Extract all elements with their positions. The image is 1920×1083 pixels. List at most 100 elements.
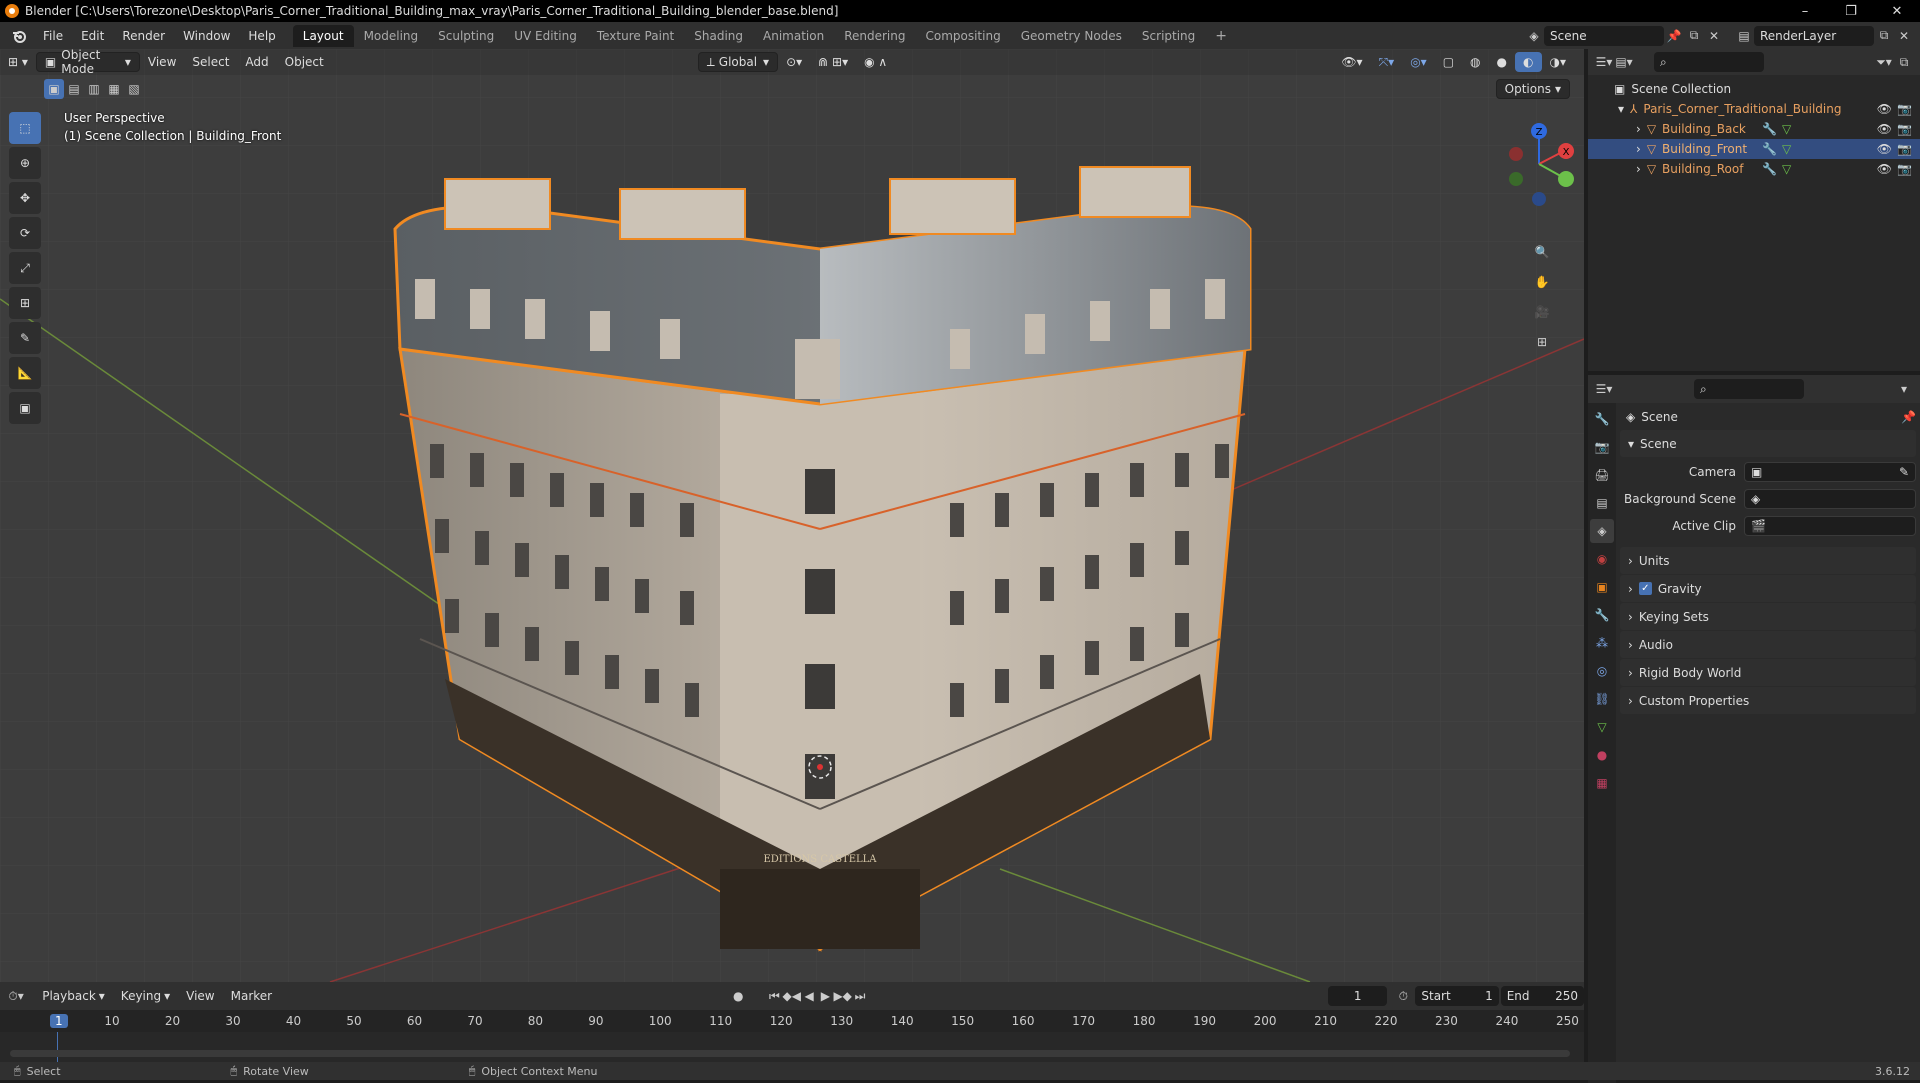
tab-layout[interactable]: Layout (292, 24, 354, 47)
pivot-point-icon[interactable]: ⊙▾ (778, 52, 810, 72)
select-invert-icon[interactable]: ▦ (104, 79, 124, 99)
background-scene-field[interactable]: ◈ (1744, 488, 1916, 509)
timeline-menu-view[interactable]: View (178, 986, 222, 1006)
timeline-editor-type-icon[interactable]: ⏱▾ (8, 986, 24, 1006)
gizmo-toggle-icon[interactable]: ⤧▾ (1371, 52, 1403, 72)
material-tab-icon[interactable]: ● (1590, 743, 1614, 767)
visibility-eye-icon[interactable]: 👁 (1877, 162, 1892, 176)
tab-sculpting[interactable]: Sculpting (428, 25, 504, 47)
stopwatch-icon[interactable]: ⏱ (1395, 986, 1411, 1006)
3d-viewport[interactable]: EDITIONS CASTELLA ⊞ ▾ ▣ Object Mode ▾ Vi… (0, 49, 1584, 982)
renderlayer-field[interactable]: RenderLayer (1754, 25, 1874, 46)
renderlayer-icon[interactable]: ▤ (1734, 26, 1754, 46)
scene-tab-icon[interactable]: ◈ (1590, 519, 1614, 543)
texture-tab-icon[interactable]: ▦ (1590, 771, 1614, 795)
current-frame-field[interactable]: 1 (1328, 986, 1388, 1006)
constraints-tab-icon[interactable]: ⛓ (1590, 687, 1614, 711)
render-camera-icon[interactable]: 📷 (1897, 102, 1912, 116)
viewport-menu-add[interactable]: Add (237, 52, 276, 72)
tab-animation[interactable]: Animation (753, 25, 834, 47)
shading-rendered-icon[interactable]: ◑▾ (1542, 52, 1575, 72)
jump-end-icon[interactable]: ⏭ (852, 986, 868, 1006)
transform-tool-icon[interactable]: ⊞ (9, 287, 41, 319)
jump-start-icon[interactable]: ⏮ (766, 986, 782, 1006)
render-camera-icon[interactable]: 📷 (1897, 142, 1912, 156)
zoom-icon[interactable]: 🔍 (1532, 242, 1552, 262)
active-clip-field[interactable]: 🎬 (1744, 515, 1916, 536)
play-reverse-icon[interactable]: ◀ (801, 986, 817, 1006)
outliner-search-input[interactable]: ⌕ (1654, 52, 1764, 72)
render-camera-icon[interactable]: 📷 (1897, 162, 1912, 176)
panel-scene-header[interactable]: ▾ Scene (1620, 430, 1916, 457)
display-mode-icon[interactable]: ▤▾ (1614, 52, 1634, 72)
shading-material-icon[interactable]: ◐ (1515, 52, 1542, 72)
camera-view-icon[interactable]: 🎥 (1532, 302, 1552, 322)
new-collection-icon[interactable]: ⧉ (1894, 52, 1914, 72)
timeline-menu-playback[interactable]: Playback ▾ (34, 986, 113, 1006)
viewport-menu-select[interactable]: Select (184, 52, 237, 72)
scale-tool-icon[interactable]: ⤢ (9, 252, 41, 284)
panel-custom-properties[interactable]: › Custom Properties (1620, 687, 1916, 714)
object-mode-dropdown[interactable]: ▣ Object Mode ▾ (35, 49, 140, 76)
tab-texture-paint[interactable]: Texture Paint (587, 25, 684, 47)
expand-chevron-icon[interactable]: ▾ (1618, 102, 1624, 116)
play-icon[interactable]: ▶ (817, 986, 833, 1006)
shading-solid-icon[interactable]: ● (1489, 52, 1515, 72)
maximize-button[interactable]: ❐ (1828, 0, 1874, 22)
modifier-wrench-icon[interactable]: 🔧 (1762, 162, 1777, 176)
tab-geometry-nodes[interactable]: Geometry Nodes (1011, 25, 1132, 47)
close-button[interactable]: ✕ (1874, 0, 1920, 22)
visibility-eye-icon[interactable]: 👁 (1877, 122, 1892, 136)
snap-icon[interactable]: ⋒ ⊞▾ (810, 52, 856, 72)
outliner-row-scene-collection[interactable]: ▣ Scene Collection (1588, 79, 1920, 99)
viewport-menu-view[interactable]: View (140, 52, 184, 72)
menu-render[interactable]: Render (113, 25, 174, 47)
timeline-scrollbar[interactable] (10, 1050, 1570, 1057)
panel-gravity[interactable]: › ✓ Gravity (1620, 575, 1916, 602)
panel-audio[interactable]: › Audio (1620, 631, 1916, 658)
tab-rendering[interactable]: Rendering (834, 25, 915, 47)
jump-keyframe-back-icon[interactable]: ◆◀ (783, 986, 801, 1006)
tab-compositing[interactable]: Compositing (915, 25, 1010, 47)
properties-options-icon[interactable]: ▾ (1894, 379, 1914, 399)
axis-gizmo[interactable]: Z X (1494, 109, 1584, 229)
output-tab-icon[interactable]: 🖨 (1590, 463, 1614, 487)
new-scene-icon[interactable]: ⧉ (1684, 26, 1704, 46)
tool-settings-tab-icon[interactable]: 🔧 (1590, 407, 1614, 431)
visibility-eye-icon[interactable]: 👁 (1877, 142, 1892, 156)
timeline-menu-keying[interactable]: Keying ▾ (113, 986, 178, 1006)
outliner-row-building-back[interactable]: › ▽ Building_Back 🔧 ▽ 👁 📷 (1588, 119, 1920, 139)
render-tab-icon[interactable]: 📷 (1590, 435, 1614, 459)
new-renderlayer-icon[interactable]: ⧉ (1874, 26, 1894, 46)
modifier-wrench-icon[interactable]: 🔧 (1762, 122, 1777, 136)
modifier-tab-icon[interactable]: 🔧 (1590, 603, 1614, 627)
ortho-toggle-icon[interactable]: ⊞ (1532, 332, 1552, 352)
properties-search-input[interactable]: ⌕ (1694, 379, 1804, 399)
frame-ruler[interactable]: 1 10 20 30 40 50 60 70 80 90 100 110 120 130 140 150 160… (0, 1010, 1584, 1032)
menu-file[interactable]: File (34, 25, 72, 47)
select-extend-icon[interactable]: ▤ (64, 79, 84, 99)
transform-orientation-dropdown[interactable]: ⟂ Global ▾ (697, 52, 779, 72)
panel-rigid-body-world[interactable]: › Rigid Body World (1620, 659, 1916, 686)
tab-modeling[interactable]: Modeling (354, 25, 429, 47)
world-tab-icon[interactable]: ◉ (1590, 547, 1614, 571)
measure-tool-icon[interactable]: 📐 (9, 357, 41, 389)
modifier-wrench-icon[interactable]: 🔧 (1762, 142, 1777, 156)
delete-scene-icon[interactable]: ✕ (1704, 26, 1724, 46)
outliner-row-building-roof[interactable]: › ▽ Building_Roof 🔧 ▽ 👁 📷 (1588, 159, 1920, 179)
annotate-tool-icon[interactable]: ✎ (9, 322, 41, 354)
add-cube-tool-icon[interactable]: ▣ (9, 392, 41, 424)
physics-tab-icon[interactable]: ◎ (1590, 659, 1614, 683)
visibility-eye-icon[interactable]: 👁 (1877, 102, 1892, 116)
outliner-editor-type-icon[interactable]: ☰▾ (1594, 52, 1614, 72)
pin-scene-icon[interactable]: 📌 (1664, 26, 1684, 46)
move-tool-icon[interactable]: ✥ (9, 182, 41, 214)
end-frame-field[interactable]: End 250 (1500, 986, 1585, 1006)
panel-units[interactable]: › Units (1620, 547, 1916, 574)
tab-scripting[interactable]: Scripting (1132, 25, 1205, 47)
mesh-data-icon[interactable]: ▽ (1782, 122, 1791, 136)
options-dropdown[interactable]: Options ▾ (1495, 79, 1570, 99)
outliner-row-building-front[interactable]: › ▽ Building_Front 🔧 ▽ 👁 📷 (1588, 139, 1920, 159)
overlays-toggle-icon[interactable]: ◎▾ (1402, 52, 1435, 72)
menu-edit[interactable]: Edit (72, 25, 113, 47)
